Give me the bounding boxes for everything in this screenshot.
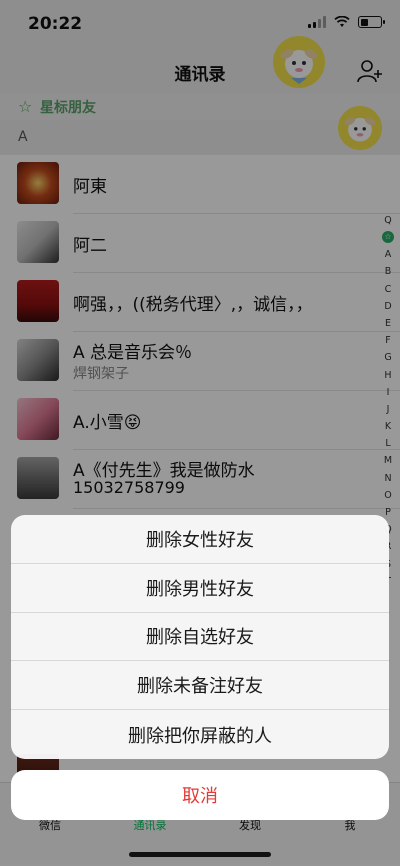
delete-male-friends-button[interactable]: 删除男性好友 (11, 564, 389, 613)
delete-female-friends-button[interactable]: 删除女性好友 (11, 515, 389, 564)
delete-unremarked-friends-button[interactable]: 删除未备注好友 (11, 661, 389, 711)
delete-selected-friends-button[interactable]: 删除自选好友 (11, 613, 389, 662)
action-sheet: 删除女性好友 删除男性好友 删除自选好友 删除未备注好友 删除把你屏蔽的人 (11, 515, 389, 759)
cancel-button[interactable]: 取消 (11, 770, 389, 820)
delete-blockers-button[interactable]: 删除把你屏蔽的人 (11, 710, 389, 759)
home-indicator[interactable] (129, 852, 271, 857)
